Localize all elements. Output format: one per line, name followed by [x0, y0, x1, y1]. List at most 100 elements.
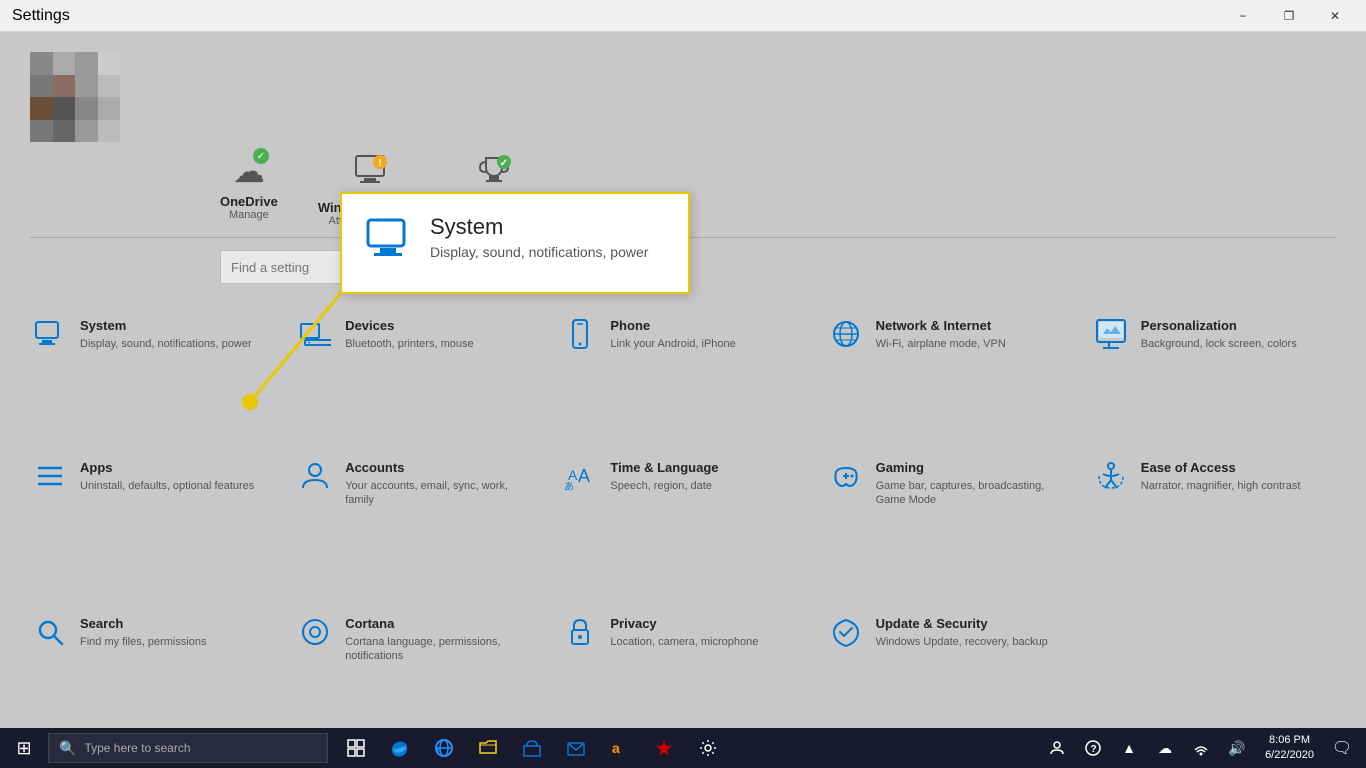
taskbar-cloud-icon: ☁	[1149, 728, 1181, 768]
close-button[interactable]: ✕	[1312, 0, 1358, 32]
setting-item-system[interactable]: System Display, sound, notifications, po…	[20, 304, 285, 446]
apps-title: Apps	[80, 460, 254, 477]
taskbar-chevron-button[interactable]: ▲	[1113, 728, 1145, 768]
ease-title: Ease of Access	[1141, 460, 1301, 477]
restore-button[interactable]: ❐	[1266, 0, 1312, 32]
time-text: Time & Language Speech, region, date	[610, 460, 718, 493]
settings-main: ☁✓ OneDrive Manage ! Windows Update Atte…	[0, 32, 1366, 768]
cortana-desc: Cortana language, permissions, notificat…	[345, 635, 538, 664]
gaming-desc: Game bar, captures, broadcasting, Game M…	[876, 479, 1069, 508]
search-settings-icon	[32, 616, 68, 648]
minimize-button[interactable]: −	[1220, 0, 1266, 32]
cortana-icon	[297, 616, 333, 648]
ease-desc: Narrator, magnifier, high contrast	[1141, 479, 1301, 493]
svg-text:あ: あ	[564, 481, 574, 492]
rewards-icon: ✓	[476, 152, 512, 196]
update-security-icon	[828, 616, 864, 648]
system-tooltip: System Display, sound, notifications, po…	[340, 192, 690, 294]
update-security-text: Update & Security Windows Update, recove…	[876, 616, 1048, 649]
system-icon	[32, 318, 68, 350]
window-controls: − ❐ ✕	[1220, 0, 1358, 32]
setting-item-gaming[interactable]: Gaming Game bar, captures, broadcasting,…	[816, 446, 1081, 602]
svg-text:a: a	[612, 740, 620, 756]
notification-button[interactable]: 🗨	[1326, 728, 1358, 768]
apps-text: Apps Uninstall, defaults, optional featu…	[80, 460, 254, 493]
devices-icon	[297, 318, 333, 350]
gaming-icon	[828, 460, 864, 492]
svg-text:A: A	[578, 466, 590, 486]
onedrive-title: OneDrive	[220, 194, 278, 209]
phone-icon	[562, 318, 598, 350]
tooltip-icon	[366, 214, 414, 272]
time-desc: Speech, region, date	[610, 479, 718, 493]
phone-text: Phone Link your Android, iPhone	[610, 318, 735, 351]
taskbar-search-icon: 🔍	[59, 740, 76, 757]
accounts-desc: Your accounts, email, sync, work, family	[345, 479, 538, 508]
settings-button[interactable]	[688, 728, 728, 768]
tooltip-desc: Display, sound, notifications, power	[430, 244, 648, 260]
mail-button[interactable]	[556, 728, 596, 768]
setting-item-apps[interactable]: Apps Uninstall, defaults, optional featu…	[20, 446, 285, 602]
setting-item-accounts[interactable]: Accounts Your accounts, email, sync, wor…	[285, 446, 550, 602]
taskbar-help-button[interactable]: ?	[1077, 728, 1109, 768]
personalization-text: Personalization Background, lock screen,…	[1141, 318, 1297, 351]
phone-title: Phone	[610, 318, 735, 335]
tooltip-content: System Display, sound, notifications, po…	[430, 214, 648, 260]
privacy-desc: Location, camera, microphone	[610, 635, 758, 649]
windows-update-icon: !	[352, 152, 388, 196]
clock[interactable]: 8:06 PM 6/22/2020	[1257, 733, 1322, 764]
cortana-title: Cortana	[345, 616, 538, 633]
personalization-title: Personalization	[1141, 318, 1297, 335]
apps-icon	[32, 460, 68, 492]
accounts-icon	[297, 460, 333, 492]
gaming-text: Gaming Game bar, captures, broadcasting,…	[876, 460, 1069, 507]
taskbar-search[interactable]: 🔍 Type here to search	[48, 733, 328, 763]
time-icon: A A あ	[562, 460, 598, 492]
cortana-text: Cortana Cortana language, permissions, n…	[345, 616, 538, 663]
svg-text:?: ?	[1091, 744, 1097, 755]
accounts-title: Accounts	[345, 460, 538, 477]
setting-item-personalization[interactable]: Personalization Background, lock screen,…	[1081, 304, 1346, 446]
setting-item-network[interactable]: Network & Internet Wi-Fi, airplane mode,…	[816, 304, 1081, 446]
taskbar-network-icon[interactable]	[1185, 728, 1217, 768]
privacy-title: Privacy	[610, 616, 758, 633]
ie-button[interactable]: e	[424, 728, 464, 768]
stardock-button[interactable]	[644, 728, 684, 768]
svg-text:e: e	[437, 747, 441, 754]
setting-item-phone[interactable]: Phone Link your Android, iPhone	[550, 304, 815, 446]
explorer-button[interactable]	[468, 728, 508, 768]
ease-icon	[1093, 460, 1129, 492]
onedrive-sub: Manage	[229, 209, 269, 221]
tooltip-title: System	[430, 214, 648, 240]
taskbar-sound-icon[interactable]: 🔊	[1221, 728, 1253, 768]
store-button[interactable]	[512, 728, 552, 768]
gaming-title: Gaming	[876, 460, 1069, 477]
search-text: Search Find my files, permissions	[80, 616, 207, 649]
personalization-icon	[1093, 318, 1129, 350]
ease-text: Ease of Access Narrator, magnifier, high…	[1141, 460, 1301, 493]
phone-desc: Link your Android, iPhone	[610, 337, 735, 351]
task-view-button[interactable]	[336, 728, 376, 768]
taskbar-people-button[interactable]	[1041, 728, 1073, 768]
svg-text:A: A	[568, 467, 578, 483]
start-button[interactable]: ⊞	[0, 728, 48, 768]
taskbar-apps: e a	[336, 728, 728, 768]
edge-button[interactable]	[380, 728, 420, 768]
onedrive-badge: ✓	[253, 148, 269, 164]
network-title: Network & Internet	[876, 318, 1006, 335]
setting-item-ease[interactable]: Ease of Access Narrator, magnifier, high…	[1081, 446, 1346, 602]
setting-item-devices[interactable]: Devices Bluetooth, printers, mouse	[285, 304, 550, 446]
apps-desc: Uninstall, defaults, optional features	[80, 479, 254, 493]
privacy-text: Privacy Location, camera, microphone	[610, 616, 758, 649]
network-desc: Wi-Fi, airplane mode, VPN	[876, 337, 1006, 351]
devices-desc: Bluetooth, printers, mouse	[345, 337, 473, 351]
time-title: Time & Language	[610, 460, 718, 477]
user-header	[0, 32, 1366, 152]
accounts-text: Accounts Your accounts, email, sync, wor…	[345, 460, 538, 507]
system-desc: Display, sound, notifications, power	[80, 337, 252, 351]
svg-text:✓: ✓	[500, 158, 508, 169]
amazon-button[interactable]: a	[600, 728, 640, 768]
quick-link-onedrive[interactable]: ☁✓ OneDrive Manage	[220, 152, 278, 227]
setting-item-time[interactable]: A A あ Time & Language Speech, region, da…	[550, 446, 815, 602]
onedrive-icon: ☁✓	[233, 152, 265, 190]
